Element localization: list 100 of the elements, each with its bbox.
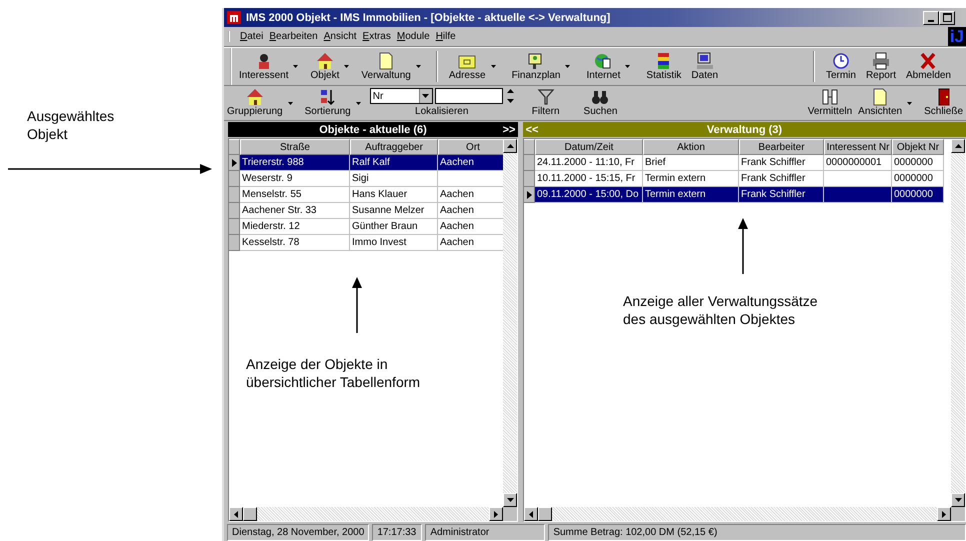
menu-item[interactable]: Extras [362,31,391,42]
horizontal-scrollbar[interactable] [524,507,951,521]
toolbar-button[interactable]: Objekt [307,50,358,82]
scroll-left-button[interactable] [524,507,538,521]
minimize-icon [928,20,934,22]
left-arrow-icon [234,510,238,518]
clock-icon [832,52,850,70]
header-corner [524,139,535,155]
current-row-icon [526,190,532,198]
caret-icon[interactable] [293,65,298,68]
table-cell: Hans Klauer [350,187,438,203]
table-cell: 09.11.2000 - 15:00, Do [535,187,643,203]
scroll-thumb[interactable] [243,507,257,521]
panel-toggle-button[interactable]: << [523,124,541,136]
scroll-right-button[interactable] [489,507,503,521]
table-cell [824,187,892,203]
current-row-icon [232,158,236,166]
menu-item[interactable]: Bearbeiten [269,31,318,42]
table-cell: Ralf Kalf [350,155,438,171]
toolbar-button[interactable]: Statistik [641,50,686,82]
panel-toggle-button[interactable]: >> [500,124,518,136]
maximize-icon [942,13,952,22]
scroll-down-button[interactable] [503,493,517,507]
toolbar-button[interactable]: Vermitteln [804,87,856,119]
computer-icon [696,52,714,70]
column-header[interactable]: Interessent Nr [824,139,892,155]
column-header[interactable]: Bearbeiter [739,139,824,155]
menu-item[interactable]: Hilfe [436,31,456,42]
maximize-button[interactable] [939,10,955,24]
caret-icon[interactable] [565,65,570,68]
scroll-up-button[interactable] [503,139,517,153]
table-cell: Termin extern [643,187,739,203]
horizontal-scrollbar[interactable] [229,507,503,521]
toolbar-button[interactable]: Finanzplan [506,50,582,82]
panel-title: Verwaltung (3) [706,124,784,136]
toolbar-button[interactable]: Termin [820,50,861,82]
scroll-up-button[interactable] [951,139,965,153]
menu-item[interactable]: Ansicht [324,31,357,42]
printer-icon [872,52,890,70]
scroll-right-button[interactable] [937,507,951,521]
column-header[interactable]: Aktion [643,139,739,155]
sort-field-dropdown[interactable]: Nr [370,88,433,104]
column-header[interactable]: Ort [438,139,503,155]
toolbar-button[interactable]: Report [860,50,901,82]
table-cell: Triererstr. 988 [240,155,350,171]
filter-icon [536,88,555,106]
house-icon [246,88,264,106]
minimize-button[interactable] [923,10,939,24]
arrow [352,277,362,333]
row-selector[interactable] [229,155,240,171]
locate-input-field[interactable] [434,88,503,104]
table-cell: Frank Schiffler [739,187,824,203]
scroll-left-button[interactable] [229,507,243,521]
toolbar-button[interactable]: Adresse [444,50,507,82]
annotation-text: Anzeige aller Verwaltungssätze des ausgewählten Objektes [623,292,818,328]
table-cell: 0000000 [892,187,944,203]
table-cell: Brief [643,155,739,171]
caret-icon[interactable] [356,102,361,104]
toolbar-button[interactable]: Ansichten [855,87,922,119]
table-cell: Kesselstr. 78 [240,235,350,251]
scroll-down-button[interactable] [951,493,965,507]
menu-item[interactable]: Module [396,31,430,42]
toolbar-button[interactable]: Gruppierung [224,87,302,119]
left-arrow-icon [529,510,533,518]
caret-icon[interactable] [288,102,293,104]
menu-item[interactable]: Datei [240,31,264,42]
caret-icon[interactable] [490,65,496,68]
toolbar-button[interactable]: Verwaltung [358,50,430,82]
column-header[interactable]: Auftraggeber [350,139,438,155]
scroll-thumb[interactable] [538,507,552,521]
caret-icon[interactable] [907,102,912,104]
column-header[interactable]: Objekt Nr [892,139,944,155]
columns-icon [820,88,839,106]
toolbar-button[interactable]: Suchen [572,87,630,119]
caret-icon[interactable] [344,65,350,68]
vertical-scrollbar[interactable] [951,139,965,507]
toolbar-button[interactable]: Abmelden [900,50,956,82]
toolbar-button[interactable]: Filtern [520,87,572,119]
toolbar-button[interactable]: Daten [686,50,724,82]
toolbar-button[interactable]: Interessent [236,50,308,82]
spinner-icon[interactable] [506,88,514,104]
up-arrow-icon [954,144,962,148]
up-arrow-icon [506,144,514,148]
column-header[interactable]: Straße [240,139,350,155]
toolbar-button[interactable]: Sortierung [302,87,370,119]
table-cell: Weserstr. 9 [240,171,350,187]
vertical-scrollbar[interactable] [503,139,517,507]
panel-title: Objekte - aktuelle (6) [318,124,428,136]
status-field: 17:17:33 [372,524,422,541]
toolbar-button[interactable]: Internet [581,50,642,82]
toolbar-button[interactable]: Schließe [921,87,966,119]
caret-icon[interactable] [416,65,421,68]
right-arrow-icon [942,510,946,518]
row-selector[interactable] [524,187,535,203]
building-icon [227,11,241,24]
header-corner [229,139,240,155]
caret-icon[interactable] [625,65,630,68]
table-cell: 0000000 [892,155,944,171]
house-icon [316,52,334,70]
column-header[interactable]: Datum/Zeit [535,139,643,155]
